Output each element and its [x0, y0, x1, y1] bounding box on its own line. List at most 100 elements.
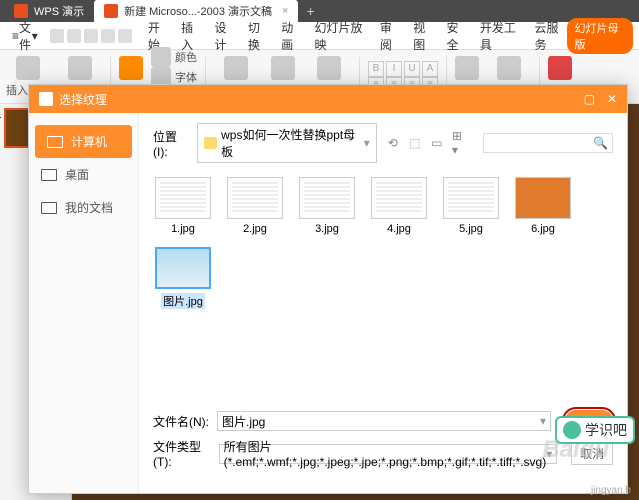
sidebar-item-computer[interactable]: 计算机 — [35, 125, 132, 158]
dialog-app-icon — [39, 92, 53, 106]
master-layout-icon — [317, 56, 341, 80]
watermark-footer: jingyan.b — [591, 485, 631, 496]
sidebar-mydocs-label: 我的文档 — [65, 199, 113, 216]
quick-access-toolbar — [50, 29, 132, 43]
sidebar-computer-label: 计算机 — [71, 133, 107, 150]
tab-doc-label: 新建 Microso...-2003 演示文稿 — [124, 3, 272, 19]
search-icon: 🔍 — [593, 136, 608, 150]
filename-label: 文件名(N): — [153, 413, 209, 430]
protect-icon — [224, 56, 248, 80]
tab-animation[interactable]: 动画 — [281, 19, 302, 53]
file-name: 4.jpg — [387, 223, 411, 235]
file-name: 5.jpg — [459, 223, 483, 235]
file-item[interactable]: 1.jpg — [153, 177, 213, 235]
new-folder-icon[interactable]: ▭ — [429, 135, 445, 151]
tab-transition[interactable]: 切换 — [248, 19, 269, 53]
color-button[interactable]: 颜色 — [151, 47, 197, 67]
tab-add-button[interactable]: + — [306, 3, 314, 19]
chevron-down-icon: ▾ — [364, 136, 370, 150]
qat-redo-icon[interactable] — [118, 29, 132, 43]
folder-icon — [204, 137, 217, 149]
qat-undo-icon[interactable] — [101, 29, 115, 43]
file-name: 6.jpg — [531, 223, 555, 235]
sidebar-desktop-label: 桌面 — [65, 166, 89, 183]
sidebar-item-desktop[interactable]: 桌面 — [29, 158, 138, 191]
font-color-button[interactable]: A — [422, 61, 438, 77]
location-dropdown[interactable]: wps如何一次性替换ppt母板 ▾ — [197, 123, 377, 163]
location-label: 位置(I): — [153, 128, 189, 159]
file-name: 2.jpg — [243, 223, 267, 235]
tab-developer[interactable]: 开发工具 — [480, 19, 523, 53]
file-menu[interactable]: ≡ 文件 ▾ — [6, 17, 44, 55]
dialog-controls: ▢ ✕ — [584, 92, 617, 106]
location-value: wps如何一次性替换ppt母板 — [221, 126, 360, 160]
sidebar-item-mydocs[interactable]: 我的文档 — [29, 191, 138, 224]
file-item[interactable]: 5.jpg — [441, 177, 501, 235]
master-mode-badge[interactable]: 幻灯片母版 — [567, 18, 633, 54]
qat-save-icon[interactable] — [50, 29, 64, 43]
qat-print-icon[interactable] — [67, 29, 81, 43]
file-thumb — [155, 247, 211, 289]
insert-layout-icon — [68, 56, 92, 80]
file-thumb — [155, 177, 211, 219]
file-item[interactable]: 4.jpg — [369, 177, 429, 235]
tab-close-icon[interactable]: × — [282, 5, 288, 17]
close-icon — [548, 56, 572, 80]
nav-up-icon[interactable]: ⬚ — [407, 135, 423, 151]
theme-icon — [119, 56, 143, 80]
view-mode-icon[interactable]: ⊞ ▾ — [451, 135, 467, 151]
file-item[interactable]: 2.jpg — [225, 177, 285, 235]
chevron-down-icon[interactable]: ▾ — [540, 414, 546, 428]
file-item-selected[interactable]: 图片.jpg — [153, 247, 213, 309]
file-name: 1.jpg — [171, 223, 195, 235]
dialog-close-button[interactable]: ✕ — [607, 92, 617, 106]
xsb-icon — [563, 421, 581, 439]
underline-button[interactable]: U — [404, 61, 420, 77]
file-thumb — [227, 177, 283, 219]
file-name: 图片.jpg — [161, 293, 205, 309]
filename-row: 文件名(N): 图片.jpg ▾ 打开 — [153, 410, 613, 432]
file-thumb — [371, 177, 427, 219]
tab-slideshow[interactable]: 幻灯片放映 — [315, 19, 368, 53]
watermark-xueshibai: 学识吧 — [555, 416, 635, 444]
filetype-label: 文件类型(T): — [153, 438, 211, 469]
bg-icon — [455, 56, 479, 80]
file-name: 3.jpg — [315, 223, 339, 235]
search-input[interactable]: 🔍 — [483, 133, 613, 153]
tab-cloud[interactable]: 云服务 — [535, 19, 567, 53]
file-item[interactable]: 6.jpg — [513, 177, 573, 235]
insert-master-icon — [16, 56, 40, 80]
rename-icon — [271, 56, 295, 80]
file-item[interactable]: 3.jpg — [297, 177, 357, 235]
qat-preview-icon[interactable] — [84, 29, 98, 43]
file-grid: 1.jpg 2.jpg 3.jpg 4.jpg 5.jpg — [153, 173, 613, 402]
filename-value: 图片.jpg — [222, 413, 265, 430]
color-icon — [151, 47, 171, 67]
nav-back-icon[interactable]: ⟲ — [385, 135, 401, 151]
toolbar-icons: ⟲ ⬚ ▭ ⊞ ▾ — [385, 135, 467, 151]
tab-review[interactable]: 审阅 — [380, 19, 401, 53]
tab-view[interactable]: 视图 — [413, 19, 434, 53]
ribbon-tabs: 开始 插入 设计 切换 动画 幻灯片放映 审阅 视图 安全 开发工具 云服务 — [148, 19, 567, 53]
xsb-text: 学识吧 — [585, 420, 627, 440]
menu-left: ≡ 文件 ▾ — [6, 17, 132, 55]
tab-design[interactable]: 设计 — [215, 19, 236, 53]
dialog-titlebar[interactable]: 选择纹理 ▢ ✕ — [29, 85, 627, 113]
tab-security[interactable]: 安全 — [447, 19, 468, 53]
location-bar: 位置(I): wps如何一次性替换ppt母板 ▾ ⟲ ⬚ ▭ ⊞ ▾ 🔍 — [153, 123, 613, 163]
save-bg-icon — [497, 56, 521, 80]
dialog-body: 计算机 桌面 我的文档 位置(I): wps如何一次性替换ppt母板 ▾ ⟲ — [29, 113, 627, 493]
dialog-title: 选择纹理 — [59, 91, 107, 108]
dialog-sidebar: 计算机 桌面 我的文档 — [29, 113, 139, 493]
mydocs-icon — [41, 202, 57, 214]
bold-button[interactable]: B — [368, 61, 384, 77]
file-thumb — [299, 177, 355, 219]
file-thumb — [443, 177, 499, 219]
filename-input[interactable]: 图片.jpg ▾ — [217, 411, 551, 431]
computer-icon — [47, 136, 63, 148]
dialog-maximize-button[interactable]: ▢ — [584, 92, 595, 106]
menubar: ≡ 文件 ▾ 开始 插入 设计 切换 动画 幻灯片放映 审阅 视图 安全 开发工… — [0, 22, 639, 50]
italic-button[interactable]: I — [386, 61, 402, 77]
filetype-input[interactable]: 所有图片 (*.emf;*.wmf;*.jpg;*.jpeg;*.jpe;*.p… — [219, 444, 558, 464]
filetype-value: 所有图片 (*.emf;*.wmf;*.jpg;*.jpeg;*.jpe;*.p… — [224, 438, 547, 469]
